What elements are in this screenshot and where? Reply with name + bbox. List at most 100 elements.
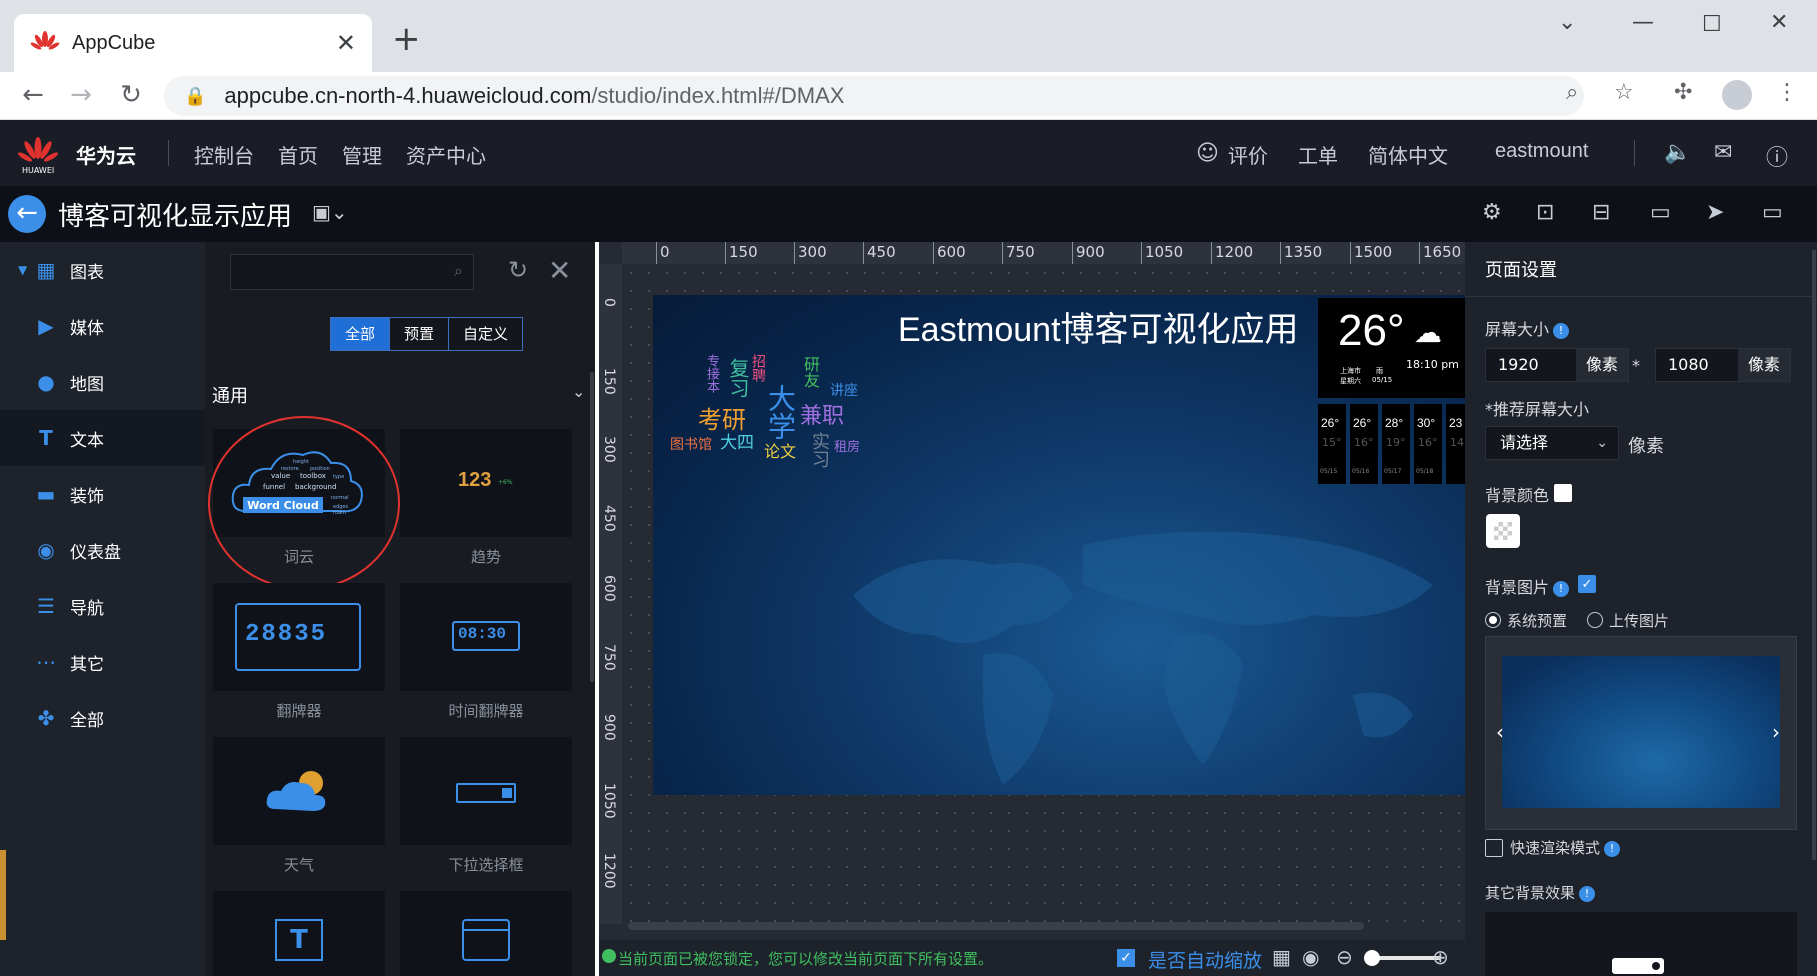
tab-search-chevron-icon[interactable]: ⌄ xyxy=(1558,10,1576,35)
carousel-prev-icon[interactable]: ‹ xyxy=(1496,720,1504,744)
component-card-textbox[interactable]: T xyxy=(213,891,385,976)
category-decoration[interactable]: ▬ 装饰 xyxy=(0,466,205,522)
nav-manage[interactable]: 管理 xyxy=(342,140,382,169)
component-card-time-flipper[interactable]: 08:30 xyxy=(400,583,572,691)
left-edge-handle[interactable] xyxy=(0,850,6,940)
info-icon[interactable]: ! xyxy=(1553,580,1570,597)
component-card-dropdown[interactable] xyxy=(400,737,572,845)
forward-arrow-icon[interactable]: → xyxy=(66,80,96,110)
eye-icon[interactable]: ◉ xyxy=(1302,945,1319,969)
category-media[interactable]: ▶ 媒体 xyxy=(0,298,205,354)
canvas-horizontal-scrollbar[interactable] xyxy=(628,922,1364,930)
section-collapse-icon[interactable]: ⌄ xyxy=(572,382,585,401)
maximize-icon[interactable]: ☐ xyxy=(1702,12,1722,37)
screen-width-input[interactable]: 1920 像素 xyxy=(1485,348,1629,382)
stage-word: 大学 xyxy=(764,384,797,440)
radio-system-label[interactable]: 系统预置 xyxy=(1507,610,1567,631)
tab-custom[interactable]: 自定义 xyxy=(449,318,523,350)
grid-view-icon[interactable]: ▦ xyxy=(1272,945,1291,969)
bg-color-swatch[interactable] xyxy=(1554,484,1572,502)
recommended-size-select[interactable]: 请选择 ⌄ xyxy=(1485,426,1619,460)
radio-upload[interactable] xyxy=(1587,612,1603,628)
category-all[interactable]: ✤ 全部 xyxy=(0,690,205,746)
bg-image-checkbox[interactable]: ✓ xyxy=(1578,575,1596,593)
close-panel-icon[interactable]: ✕ xyxy=(548,254,571,287)
carousel-next-icon[interactable]: › xyxy=(1772,720,1780,744)
mail-icon[interactable]: ✉ xyxy=(1714,140,1732,165)
tab-preset[interactable]: 预置 xyxy=(390,318,450,350)
category-chart[interactable]: ▼ ▦ 图表 xyxy=(0,242,205,298)
tab-all[interactable]: 全部 xyxy=(331,318,391,350)
minimize-icon[interactable]: — xyxy=(1632,10,1654,35)
extensions-puzzle-icon[interactable]: ✣ xyxy=(1674,80,1692,105)
brand-name[interactable]: 华为云 xyxy=(76,140,136,169)
help-icon[interactable]: ⓘ xyxy=(1766,140,1788,172)
tickets-link[interactable]: 工单 xyxy=(1298,140,1338,169)
category-dashboard[interactable]: ◉ 仪表盘 xyxy=(0,522,205,578)
component-card-weather[interactable] xyxy=(213,737,385,845)
zoom-icon[interactable]: ⌕ xyxy=(1566,80,1578,105)
component-label-flipper: 翻牌器 xyxy=(276,702,322,720)
category-navigation[interactable]: ☰ 导航 xyxy=(0,578,205,634)
nav-assets[interactable]: 资产中心 xyxy=(406,140,486,169)
auto-zoom-checkbox[interactable]: ✓ xyxy=(1117,949,1135,967)
lock-page-icon[interactable]: ⊡ xyxy=(1536,200,1554,225)
nav-console[interactable]: 控制台 xyxy=(194,140,254,169)
category-other[interactable]: ⋯ 其它 xyxy=(0,634,205,690)
username[interactable]: eastmount xyxy=(1495,140,1588,163)
category-map[interactable]: ● 地图 xyxy=(0,354,205,410)
zoom-in-icon[interactable]: ⊕ xyxy=(1432,945,1449,969)
nav-home[interactable]: 首页 xyxy=(278,140,318,169)
language-switch[interactable]: 简体中文 xyxy=(1368,140,1448,169)
zoom-slider-knob[interactable] xyxy=(1364,950,1380,966)
browser-tab[interactable]: AppCube ✕ xyxy=(14,14,372,72)
speaker-icon[interactable]: 🔈 xyxy=(1664,140,1691,165)
info-icon[interactable]: ! xyxy=(1579,885,1596,902)
info-icon[interactable]: ! xyxy=(1553,322,1570,339)
info-icon[interactable]: ! xyxy=(1604,840,1621,857)
screen-height-input[interactable]: 1080 像素 xyxy=(1655,348,1791,382)
radio-upload-label[interactable]: 上传图片 xyxy=(1609,610,1669,631)
tab-close-icon[interactable]: ✕ xyxy=(336,29,356,57)
panel-scrollbar[interactable] xyxy=(1812,250,1816,860)
width-unit: 像素 xyxy=(1576,349,1628,381)
ruler-h-tick: 1350 xyxy=(1280,242,1322,264)
bookmark-star-icon[interactable]: ☆ xyxy=(1614,80,1634,105)
back-arrow-icon[interactable]: ← xyxy=(18,80,48,110)
settings-gear-icon[interactable]: ⚙ xyxy=(1482,200,1502,225)
stage-word: 兼职 xyxy=(800,404,845,429)
back-button[interactable]: ← xyxy=(8,195,46,233)
radio-system-preset[interactable] xyxy=(1485,612,1501,628)
dashboard-icon: ◉ xyxy=(37,538,55,562)
window-close-icon[interactable]: ✕ xyxy=(1770,10,1788,35)
huawei-favicon-icon xyxy=(30,31,60,50)
transparent-picker[interactable] xyxy=(1486,514,1520,548)
component-filter-tabs: 全部 预置 自定义 xyxy=(330,317,524,351)
other-bg-toggle[interactable] xyxy=(1612,958,1664,974)
component-card-calendar[interactable] xyxy=(400,891,572,976)
profile-avatar[interactable] xyxy=(1722,80,1752,110)
browser-menu-icon[interactable]: ⋮ xyxy=(1776,80,1798,105)
auto-zoom-label[interactable]: 是否自动缩放 xyxy=(1148,946,1262,973)
save-icon[interactable]: ▭ xyxy=(1650,200,1671,225)
new-tab-icon[interactable]: + xyxy=(392,22,421,56)
component-search-input[interactable]: ⌕ xyxy=(230,254,474,290)
reload-icon[interactable]: ↻ xyxy=(116,80,146,110)
fast-render-checkbox[interactable] xyxy=(1485,839,1503,857)
stage-title[interactable]: Eastmount博客可视化应用 xyxy=(898,302,1299,351)
unlock-page-icon[interactable]: ⊟ xyxy=(1592,200,1610,225)
zoom-out-icon[interactable]: ⊖ xyxy=(1336,945,1353,969)
page-selector-icon[interactable]: ▣⌄ xyxy=(312,200,348,224)
weather-day-hi: 28° xyxy=(1385,416,1404,430)
ruler-v-tick: 150 xyxy=(601,368,617,395)
url-field[interactable]: 🔒 appcube.cn-north-4.huaweicloud.com/stu… xyxy=(164,76,1584,116)
preview-screen-icon[interactable]: ▭ xyxy=(1762,200,1783,225)
refresh-icon[interactable]: ↻ xyxy=(508,256,528,284)
publish-icon[interactable]: ➤ xyxy=(1706,200,1724,225)
bg-image-preview[interactable] xyxy=(1502,656,1780,808)
feedback-link[interactable]: 评价 xyxy=(1228,140,1268,169)
component-scrollbar[interactable] xyxy=(590,372,594,682)
category-text[interactable]: T 文本 xyxy=(0,410,205,466)
component-card-trend[interactable]: 123 +6% xyxy=(400,429,572,537)
component-card-flipper[interactable]: 28835 xyxy=(213,583,385,691)
